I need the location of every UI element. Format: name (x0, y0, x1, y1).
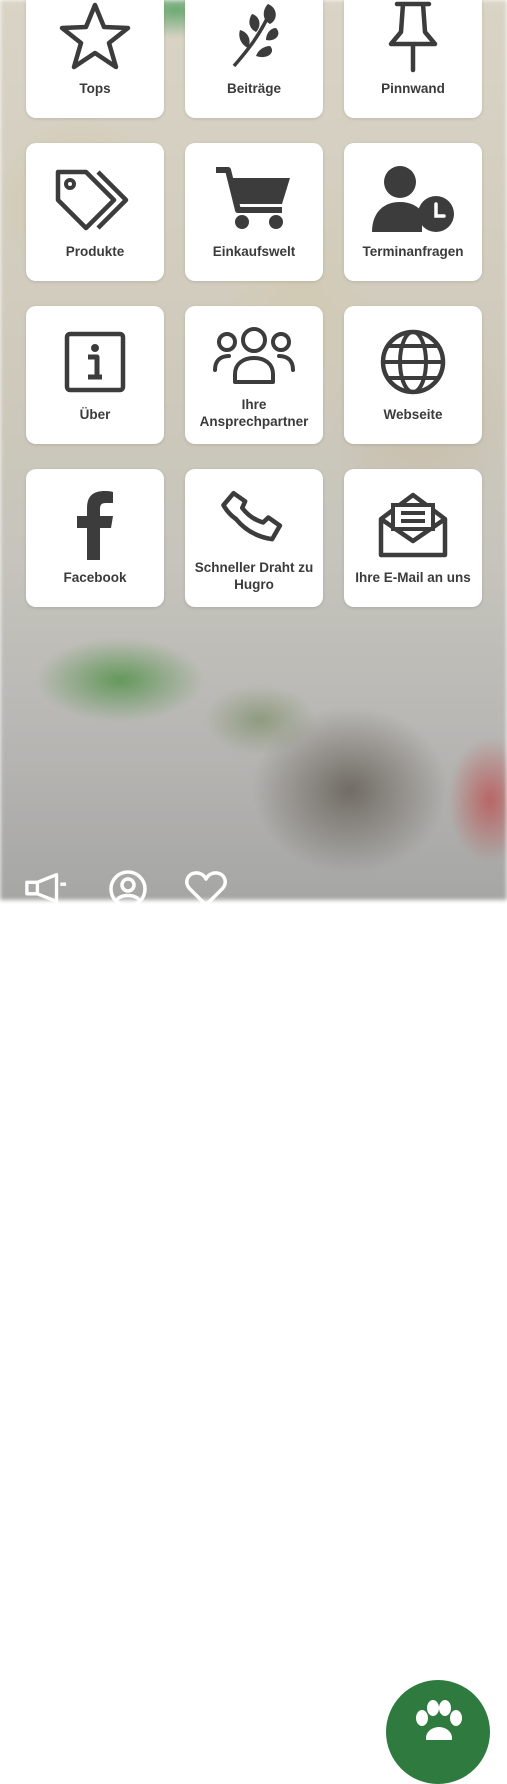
tile-webseite[interactable]: Webseite (344, 306, 482, 444)
tile-einkaufswelt[interactable]: Einkaufswelt (185, 143, 323, 281)
paw-button[interactable] (386, 1680, 490, 1784)
tile-ueber[interactable]: Über (26, 306, 164, 444)
phone-icon (185, 479, 323, 555)
profile-icon[interactable] (106, 870, 150, 908)
tile-label: Webseite (383, 407, 443, 422)
tile-facebook[interactable]: Facebook (26, 469, 164, 607)
pushpin-icon (344, 0, 482, 74)
tile-label: Pinnwand (381, 81, 445, 96)
tile-label: Ihre E-Mail an uns (355, 570, 471, 585)
people-group-icon (185, 318, 323, 394)
menu-grid: Tops Beiträge Pinnwand Produkte Einkaufs… (26, 0, 482, 607)
tile-label: Facebook (63, 570, 127, 585)
tile-label: Ihre Ansprechpartner (199, 397, 309, 429)
tile-label: Produkte (65, 244, 125, 259)
tile-ansprechpartner[interactable]: Ihre Ansprechpartner (185, 306, 323, 444)
user-clock-icon (344, 161, 482, 237)
tile-label: Schneller Draht zu Hugro (194, 560, 314, 592)
tile-label: Über (79, 407, 111, 422)
tile-email[interactable]: Ihre E-Mail an uns (344, 469, 482, 607)
bottom-nav (0, 840, 507, 1784)
tile-label: Beiträge (226, 81, 282, 96)
tile-terminanfragen[interactable]: Terminanfragen (344, 143, 482, 281)
tile-label: Tops (79, 81, 111, 96)
megaphone-icon[interactable] (24, 872, 68, 906)
tile-label: Einkaufswelt (212, 244, 296, 259)
paw-icon (416, 1700, 462, 1740)
info-icon (26, 324, 164, 400)
tile-pinnwand[interactable]: Pinnwand (344, 0, 482, 118)
tile-beitraege[interactable]: Beiträge (185, 0, 323, 118)
heart-icon[interactable] (184, 871, 228, 907)
shopping-cart-icon (185, 161, 323, 237)
tile-produkte[interactable]: Produkte (26, 143, 164, 281)
tile-schneller-draht[interactable]: Schneller Draht zu Hugro (185, 469, 323, 607)
tile-label: Terminanfragen (362, 244, 464, 259)
open-envelope-icon (344, 487, 482, 563)
star-icon (26, 0, 164, 74)
globe-icon (344, 324, 482, 400)
tags-icon (26, 161, 164, 237)
leaf-icon (185, 0, 323, 74)
tile-tops[interactable]: Tops (26, 0, 164, 118)
facebook-icon (26, 487, 164, 563)
